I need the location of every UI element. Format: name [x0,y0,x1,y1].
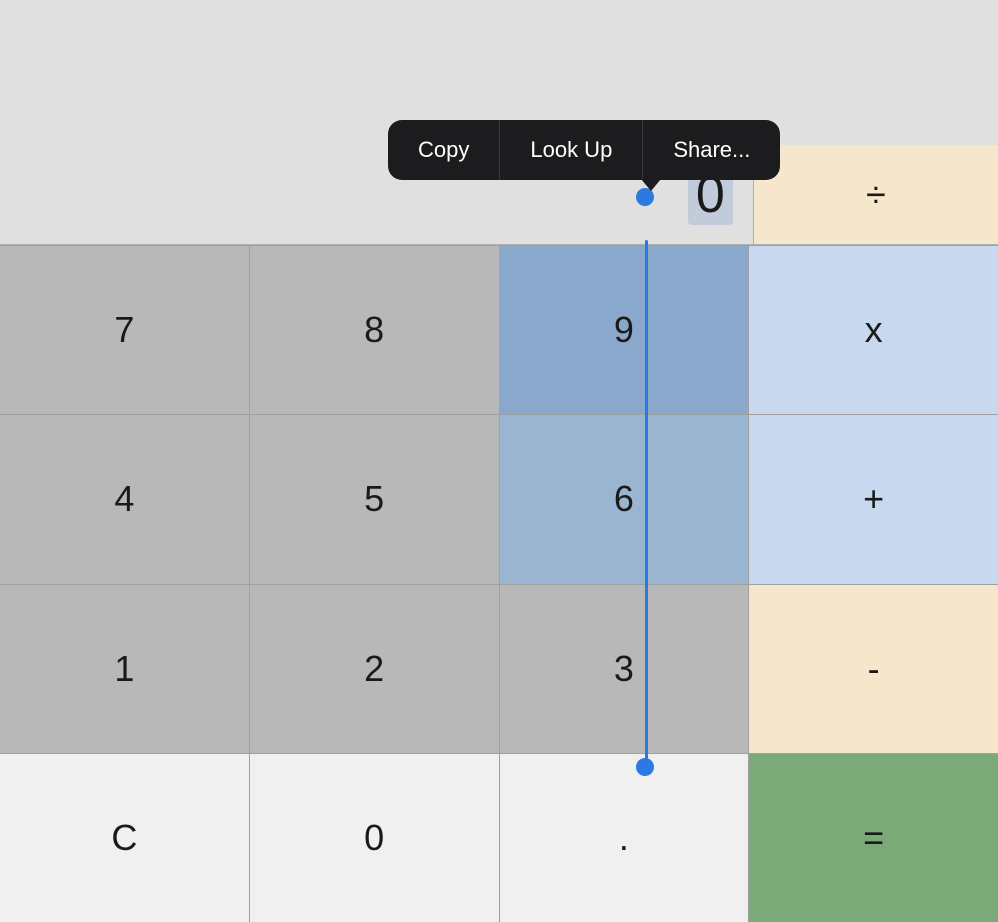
key-subtract[interactable]: - [749,585,998,753]
key-2[interactable]: 2 [250,585,500,753]
key-multiply[interactable]: x [749,246,998,414]
key-7[interactable]: 7 [0,246,250,414]
key-1[interactable]: 1 [0,585,250,753]
cursor-handle-bottom[interactable] [636,758,654,776]
key-clear[interactable]: C [0,754,250,922]
context-menu-arrow [641,179,661,191]
key-0[interactable]: 0 [250,754,500,922]
copy-menu-item[interactable]: Copy [388,120,500,180]
cursor-line [645,240,648,770]
top-area: Copy Look Up Share... 0 ÷ [0,0,998,245]
calculator-grid: 7 8 9 x 4 5 6 + 1 2 3 - C 0 . = [0,245,998,922]
key-equals[interactable]: = [749,754,998,922]
key-4[interactable]: 4 [0,415,250,583]
key-add[interactable]: + [749,415,998,583]
calc-row-123: 1 2 3 - [0,584,998,753]
context-menu: Copy Look Up Share... [388,120,780,180]
share-menu-item[interactable]: Share... [643,120,780,180]
key-8[interactable]: 8 [250,246,500,414]
calc-row-456: 4 5 6 + [0,414,998,583]
calc-row-789: 7 8 9 x [0,245,998,414]
key-5[interactable]: 5 [250,415,500,583]
calc-row-bottom: C 0 . = [0,753,998,922]
divide-operator-display[interactable]: ÷ [753,145,998,244]
key-6[interactable]: 6 [500,415,750,583]
key-dot[interactable]: . [500,754,750,922]
lookup-menu-item[interactable]: Look Up [500,120,643,180]
key-3[interactable]: 3 [500,585,750,753]
key-9[interactable]: 9 [500,246,750,414]
